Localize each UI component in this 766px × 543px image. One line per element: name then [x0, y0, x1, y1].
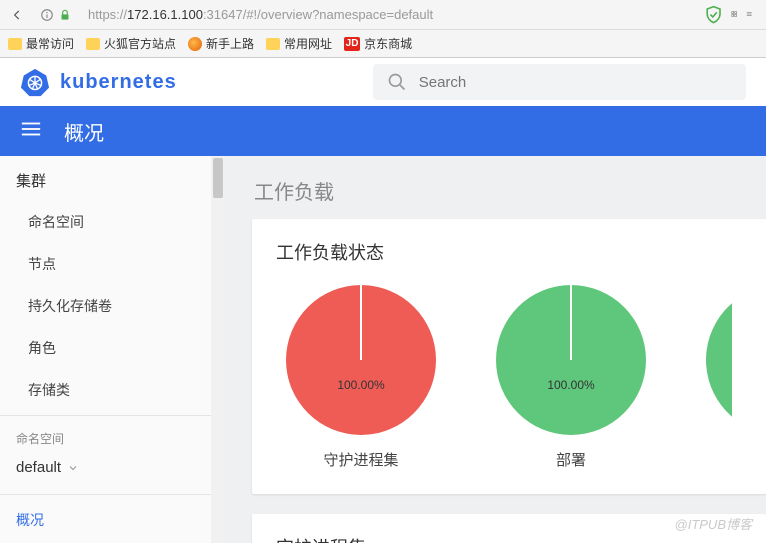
namespace-value: default: [16, 459, 61, 476]
pie-chart: 13: [706, 285, 732, 452]
bookmark-common-urls[interactable]: 常用网址: [266, 35, 332, 52]
watermark: @ITPUB博客: [675, 514, 752, 533]
pie-partial: 13: [706, 285, 732, 470]
menu-toggle-button[interactable]: [20, 118, 42, 145]
site-security[interactable]: [34, 8, 78, 22]
shield-icon[interactable]: [704, 5, 723, 24]
sidebar-ns-section: 命名空间: [0, 420, 225, 453]
browser-actions: [696, 5, 760, 24]
sidebar-item-overview[interactable]: 概况: [0, 499, 225, 541]
sidebar-item-pv[interactable]: 持久化存储卷: [0, 285, 225, 327]
info-icon: [40, 8, 54, 22]
pie-slit: [360, 285, 362, 360]
bookmark-most-visited[interactable]: 最常访问: [8, 35, 74, 52]
url-scheme: https://: [88, 7, 127, 22]
divider: [0, 494, 225, 495]
bookmark-label: 最常访问: [26, 35, 74, 52]
app-header: kubernetes: [0, 58, 766, 106]
content-area: 工作负载 工作负载状态 100.00% 守护进程集 100.00% 部署: [226, 156, 766, 543]
bookmark-newbie[interactable]: 新手上路: [188, 35, 254, 52]
hamburger-icon: [20, 118, 42, 140]
url-port: :31647: [203, 7, 243, 22]
bookmark-firefox-official[interactable]: 火狐官方站点: [86, 35, 176, 52]
card-title: 守护进程集: [276, 534, 742, 543]
sidebar-item-roles[interactable]: 角色: [0, 327, 225, 369]
url-path: /#!/overview?namespace=default: [243, 7, 433, 22]
card-title: 工作负载状态: [276, 239, 742, 265]
namespace-selector[interactable]: default: [0, 453, 225, 490]
pie-label: 守护进程集: [286, 449, 436, 470]
firefox-icon: [188, 37, 202, 51]
lock-icon: [58, 8, 72, 22]
jd-icon: JD: [344, 37, 360, 51]
pie-label: 部署: [496, 449, 646, 470]
sidebar: 集群 命名空间 节点 持久化存储卷 角色 存储类 命名空间 default 概况…: [0, 156, 226, 543]
brand-text: kubernetes: [60, 71, 177, 94]
sidebar-group-cluster[interactable]: 集群: [0, 156, 225, 201]
url-host: 172.16.1.100: [127, 7, 203, 22]
pie-chart: 100.00%: [286, 285, 436, 435]
kubernetes-icon: [20, 67, 50, 97]
workload-status-card: 工作负载状态 100.00% 守护进程集 100.00% 部署: [252, 219, 766, 494]
nav-back-button[interactable]: [6, 4, 28, 26]
grid-icon[interactable]: [731, 6, 737, 22]
bookmark-jd[interactable]: JD 京东商城: [344, 35, 412, 52]
section-bar: 概况: [0, 106, 766, 156]
divider: [0, 415, 225, 416]
search-input[interactable]: [419, 74, 732, 91]
address-bar[interactable]: https://172.16.1.100:31647/#!/overview?n…: [84, 7, 690, 22]
chevron-down-icon: [67, 462, 79, 474]
folder-icon: [8, 38, 22, 50]
folder-icon: [86, 38, 100, 50]
pie-chart: 100.00%: [496, 285, 646, 435]
bookmark-label: 火狐官方站点: [104, 35, 176, 52]
kubernetes-logo[interactable]: kubernetes: [20, 67, 177, 97]
charts-row: 100.00% 守护进程集 100.00% 部署 13: [276, 279, 742, 474]
pie-value: 100.00%: [547, 378, 594, 392]
bookmark-label: 新手上路: [206, 35, 254, 52]
sidebar-item-namespaces[interactable]: 命名空间: [0, 201, 225, 243]
pie-value: 100.00%: [337, 378, 384, 392]
scrollbar-thumb[interactable]: [213, 158, 223, 198]
pie-slit: [570, 285, 572, 360]
sidebar-item-storageclass[interactable]: 存储类: [0, 369, 225, 411]
bookmarks-bar: 最常访问 火狐官方站点 新手上路 常用网址 JD 京东商城: [0, 30, 766, 58]
section-heading: 工作负载: [226, 156, 766, 219]
search-icon: [387, 72, 407, 92]
browser-toolbar: https://172.16.1.100:31647/#!/overview?n…: [0, 0, 766, 30]
browser-menu-icon[interactable]: [746, 6, 752, 22]
bookmark-label: 京东商城: [364, 35, 412, 52]
page-title: 概况: [64, 117, 104, 146]
sidebar-item-nodes[interactable]: 节点: [0, 243, 225, 285]
bookmark-label: 常用网址: [284, 35, 332, 52]
main-area: 集群 命名空间 节点 持久化存储卷 角色 存储类 命名空间 default 概况…: [0, 156, 766, 543]
scrollbar[interactable]: [211, 156, 225, 543]
pie-deploy: 100.00% 部署: [496, 285, 646, 470]
search-box[interactable]: [373, 64, 746, 100]
pie-daemonset: 100.00% 守护进程集: [286, 285, 436, 470]
folder-icon: [266, 38, 280, 50]
